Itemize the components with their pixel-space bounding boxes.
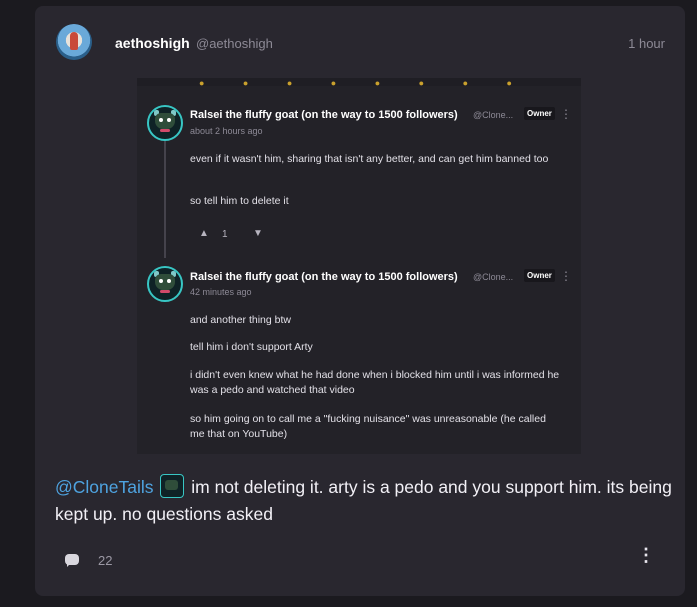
comment-paragraph: so tell him to delete it <box>190 195 289 207</box>
post-body: @CloneTails im not deleting it. arty is … <box>55 474 675 528</box>
user-avatar[interactable] <box>56 24 92 60</box>
comment-author: Ralsei the fluffy goat (on the way to 15… <box>190 109 458 121</box>
thread-line <box>164 128 166 258</box>
embedded-screenshot: ● ● ● ● ● ● ● ● Ralsei the fluffy goat (… <box>137 78 581 454</box>
username[interactable]: aethoshigh <box>115 35 190 51</box>
reply-count: 22 <box>98 553 113 568</box>
post-time: 1 hour <box>628 36 665 51</box>
user-handle[interactable]: @aethoshigh <box>196 36 273 51</box>
post-card: aethoshigh @aethoshigh 1 hour ● ● ● ● ● … <box>35 6 685 596</box>
speech-bubble-icon[interactable] <box>65 554 79 567</box>
vertical-dots-icon: ⋮ <box>560 269 572 283</box>
comment-paragraph: and another thing btw <box>190 314 291 326</box>
emoji-row-icon: ● ● ● ● ● ● ● ● <box>199 78 530 88</box>
comment-time: about 2 hours ago <box>190 126 263 136</box>
comment-paragraph: even if it wasn't him, sharing that isn'… <box>190 153 549 165</box>
comment-paragraph: tell him i don't support Arty <box>190 341 313 353</box>
owner-badge: Owner <box>524 107 555 120</box>
goat-avatar <box>147 105 183 141</box>
comment-author: Ralsei the fluffy goat (on the way to 15… <box>190 271 458 283</box>
thumbs-down-icon: ▼ <box>253 228 263 239</box>
like-count: 1 <box>222 229 228 240</box>
comment-paragraph: i didn't even knew what he had done when… <box>190 369 560 396</box>
thumbs-up-icon: ▲ <box>199 228 209 239</box>
comment-paragraph: so him going on to call me a "fucking nu… <box>190 413 546 440</box>
mention-link[interactable]: @CloneTails <box>55 477 154 497</box>
goat-avatar <box>147 266 183 302</box>
comment-handle: @Clone... <box>473 272 514 282</box>
more-options-button[interactable]: ⋮ <box>637 546 655 564</box>
goat-emoji-icon <box>160 474 185 498</box>
comment-handle: @Clone... <box>473 110 514 120</box>
vertical-dots-icon: ⋮ <box>560 107 572 121</box>
comment-time: 42 minutes ago <box>190 287 252 297</box>
owner-badge: Owner <box>524 269 555 282</box>
